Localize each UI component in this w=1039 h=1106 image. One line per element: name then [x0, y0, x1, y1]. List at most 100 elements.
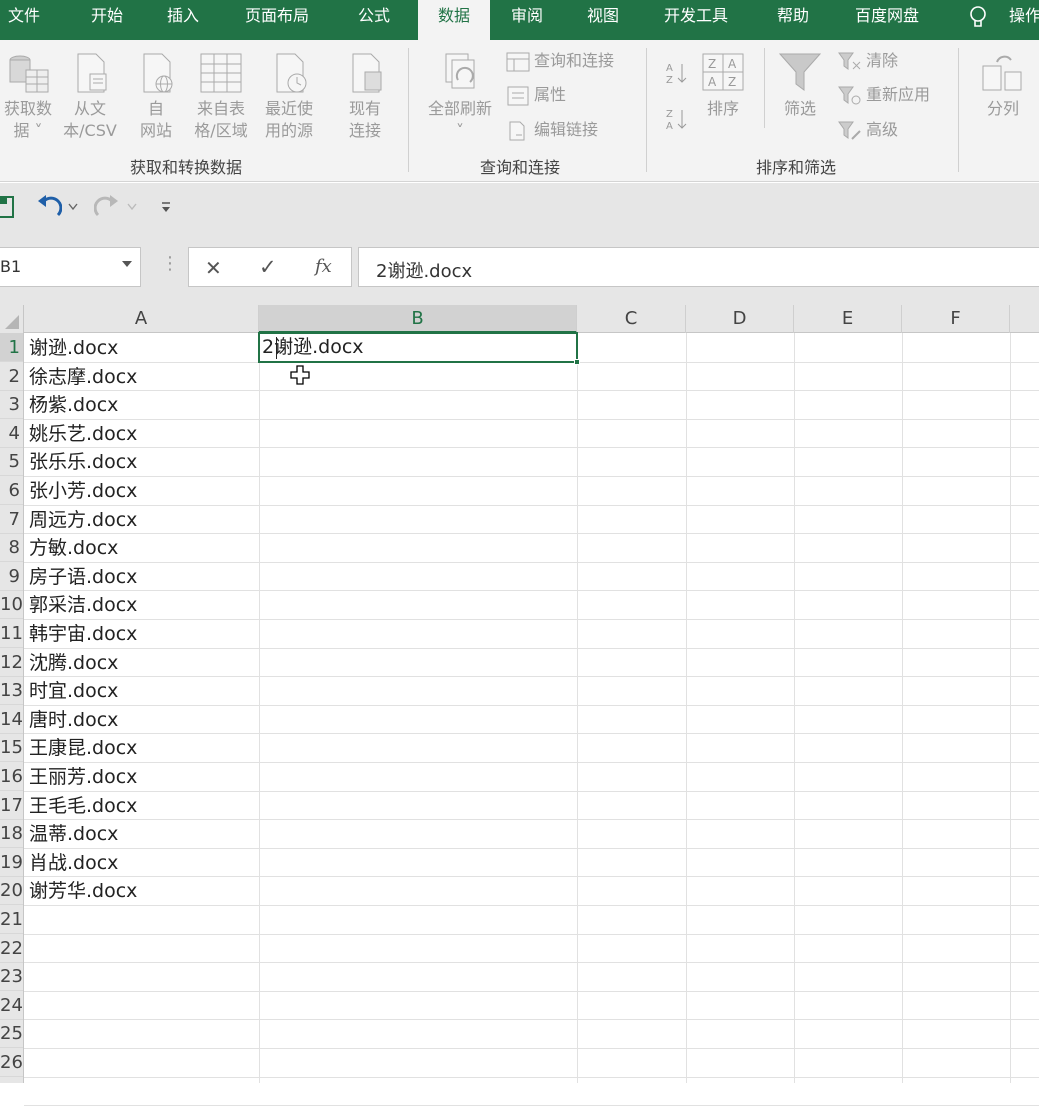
tab-developer[interactable]: 开发工具 — [664, 0, 744, 40]
row-header[interactable]: 16 — [0, 762, 23, 791]
cell-a[interactable]: 谢芳华.docx — [29, 877, 137, 906]
tab-formulas[interactable]: 公式 — [358, 0, 404, 40]
advanced-filter-button[interactable]: 高级 — [838, 119, 898, 141]
formula-bar-grip-icon[interactable]: ⋮ — [161, 255, 179, 273]
row-header[interactable]: 8 — [0, 533, 23, 563]
filter-button[interactable]: 筛选 — [776, 52, 824, 120]
properties-button[interactable]: 属性 — [506, 84, 566, 106]
text-to-columns-button[interactable]: 分列 — [978, 52, 1028, 120]
tab-home[interactable]: 开始 — [91, 0, 137, 40]
edit-links-button[interactable]: 编辑链接 — [506, 119, 598, 141]
formula-input[interactable]: 2谢逊.docx — [358, 247, 1039, 287]
column-header-a[interactable]: A — [24, 305, 259, 333]
row-header[interactable]: 7 — [0, 505, 23, 534]
tab-file[interactable]: 文件 — [8, 0, 54, 40]
row-header[interactable]: 15 — [0, 733, 23, 763]
tab-insert[interactable]: 插入 — [167, 0, 213, 40]
row-header[interactable]: 23 — [0, 962, 23, 992]
from-table-range-button[interactable]: 来自表 格/区域 — [188, 52, 254, 142]
cell-a[interactable]: 方敏.docx — [29, 534, 118, 563]
cell-a[interactable]: 周远方.docx — [29, 506, 137, 535]
cell-a[interactable]: 王毛毛.docx — [29, 792, 137, 821]
sort-descending-button[interactable]: ZA — [664, 106, 688, 138]
existing-connections-button[interactable]: 现有 连接 — [340, 52, 390, 142]
reapply-button[interactable]: 重新应用 — [838, 84, 930, 106]
tab-review[interactable]: 审阅 — [511, 0, 557, 40]
row-header[interactable]: 21 — [0, 905, 23, 934]
refresh-all-button[interactable]: 全部刷新 ˅ — [420, 52, 500, 142]
row-header[interactable]: 19 — [0, 848, 23, 877]
row-header[interactable]: 22 — [0, 934, 23, 963]
row-header[interactable]: 26 — [0, 1048, 23, 1077]
get-data-button[interactable]: 获取数 据 ˅ — [0, 52, 56, 142]
worksheet-grid[interactable]: A B C D E F 1 2 3 4 5 6 7 8 9 10 11 12 13 14 15 16 17 18 1… — [0, 305, 1039, 1106]
row-header[interactable]: 10 — [0, 590, 23, 620]
redo-dropdown-icon[interactable] — [127, 203, 137, 211]
cell-a[interactable]: 张小芳.docx — [29, 477, 137, 506]
redo-icon[interactable] — [94, 195, 120, 219]
row-header[interactable]: 17 — [0, 791, 23, 820]
tab-view[interactable]: 视图 — [587, 0, 633, 40]
row-header[interactable]: 5 — [0, 447, 23, 477]
column-header-g[interactable] — [1010, 305, 1039, 333]
queries-connections-button[interactable]: 查询和连接 — [506, 50, 614, 72]
row-header[interactable]: 18 — [0, 819, 23, 849]
column-header-e[interactable]: E — [794, 305, 902, 333]
row-header[interactable]: 6 — [0, 476, 23, 505]
row-header[interactable]: 1 — [0, 333, 23, 362]
select-all-button[interactable] — [0, 305, 24, 333]
cell-a[interactable]: 谢逊.docx — [29, 334, 118, 363]
cell-a[interactable]: 杨紫.docx — [29, 391, 118, 420]
cell-a[interactable]: 王丽芳.docx — [29, 763, 137, 792]
row-header[interactable]: 4 — [0, 419, 23, 448]
row-header[interactable]: 20 — [0, 876, 23, 906]
tab-data[interactable]: 数据 — [418, 0, 490, 40]
tab-tell-me[interactable]: 操作 — [1009, 0, 1039, 40]
column-header-f[interactable]: F — [902, 305, 1010, 333]
cell-a[interactable]: 张乐乐.docx — [29, 448, 137, 477]
row-header[interactable]: 13 — [0, 676, 23, 706]
confirm-edit-button[interactable]: ✓ — [259, 255, 277, 279]
column-header-d[interactable]: D — [686, 305, 794, 333]
row-header[interactable]: 2 — [0, 362, 23, 391]
column-header-c[interactable]: C — [577, 305, 686, 333]
cell-a[interactable]: 郭采洁.docx — [29, 591, 137, 620]
column-header-b[interactable]: B — [259, 305, 577, 333]
row-header[interactable]: 25 — [0, 1019, 23, 1049]
from-text-csv-button[interactable]: 从文 本/CSV — [58, 52, 122, 142]
cell-a[interactable]: 韩宇宙.docx — [29, 620, 137, 649]
cell-a[interactable]: 姚乐艺.docx — [29, 420, 137, 449]
tab-help[interactable]: 帮助 — [777, 0, 823, 40]
row-header[interactable]: 14 — [0, 705, 23, 734]
insert-function-button[interactable]: fx — [315, 256, 332, 277]
cell-a[interactable]: 王康昆.docx — [29, 734, 137, 763]
cell-a[interactable]: 房子语.docx — [29, 563, 137, 592]
from-web-button[interactable]: 自 网站 — [130, 52, 182, 142]
cancel-edit-button[interactable]: ✕ — [205, 256, 222, 280]
sort-button[interactable]: ZA AZ 排序 — [698, 52, 748, 120]
save-icon[interactable] — [0, 196, 16, 218]
row-header[interactable]: 9 — [0, 562, 23, 591]
chevron-down-icon[interactable] — [122, 261, 132, 267]
customize-qat-icon[interactable] — [160, 201, 172, 213]
undo-dropdown-icon[interactable] — [68, 203, 78, 211]
undo-icon[interactable] — [36, 195, 62, 219]
cell-a[interactable]: 肖战.docx — [29, 849, 118, 878]
row-header[interactable]: 11 — [0, 619, 23, 648]
tab-baidu-netdisk[interactable]: 百度网盘 — [855, 0, 935, 40]
sort-ascending-button[interactable]: AZ — [664, 60, 688, 92]
cell-a[interactable]: 沈腾.docx — [29, 649, 118, 678]
fill-handle[interactable] — [574, 359, 580, 365]
row-header[interactable]: 12 — [0, 648, 23, 677]
row-header[interactable]: 24 — [0, 991, 23, 1020]
row-header[interactable]: 3 — [0, 390, 23, 420]
cell-a[interactable]: 唐时.docx — [29, 706, 118, 735]
tab-page-layout[interactable]: 页面布局 — [245, 0, 325, 40]
lightbulb-icon[interactable] — [968, 5, 988, 31]
clear-filter-button[interactable]: 清除 — [838, 50, 898, 72]
cell-a[interactable]: 温蒂.docx — [29, 820, 118, 849]
name-box[interactable]: B1 — [0, 247, 141, 287]
cell-a[interactable]: 徐志摩.docx — [29, 363, 137, 392]
cell-a[interactable]: 时宜.docx — [29, 677, 118, 706]
recent-sources-button[interactable]: 最近使 用的源 — [258, 52, 320, 142]
